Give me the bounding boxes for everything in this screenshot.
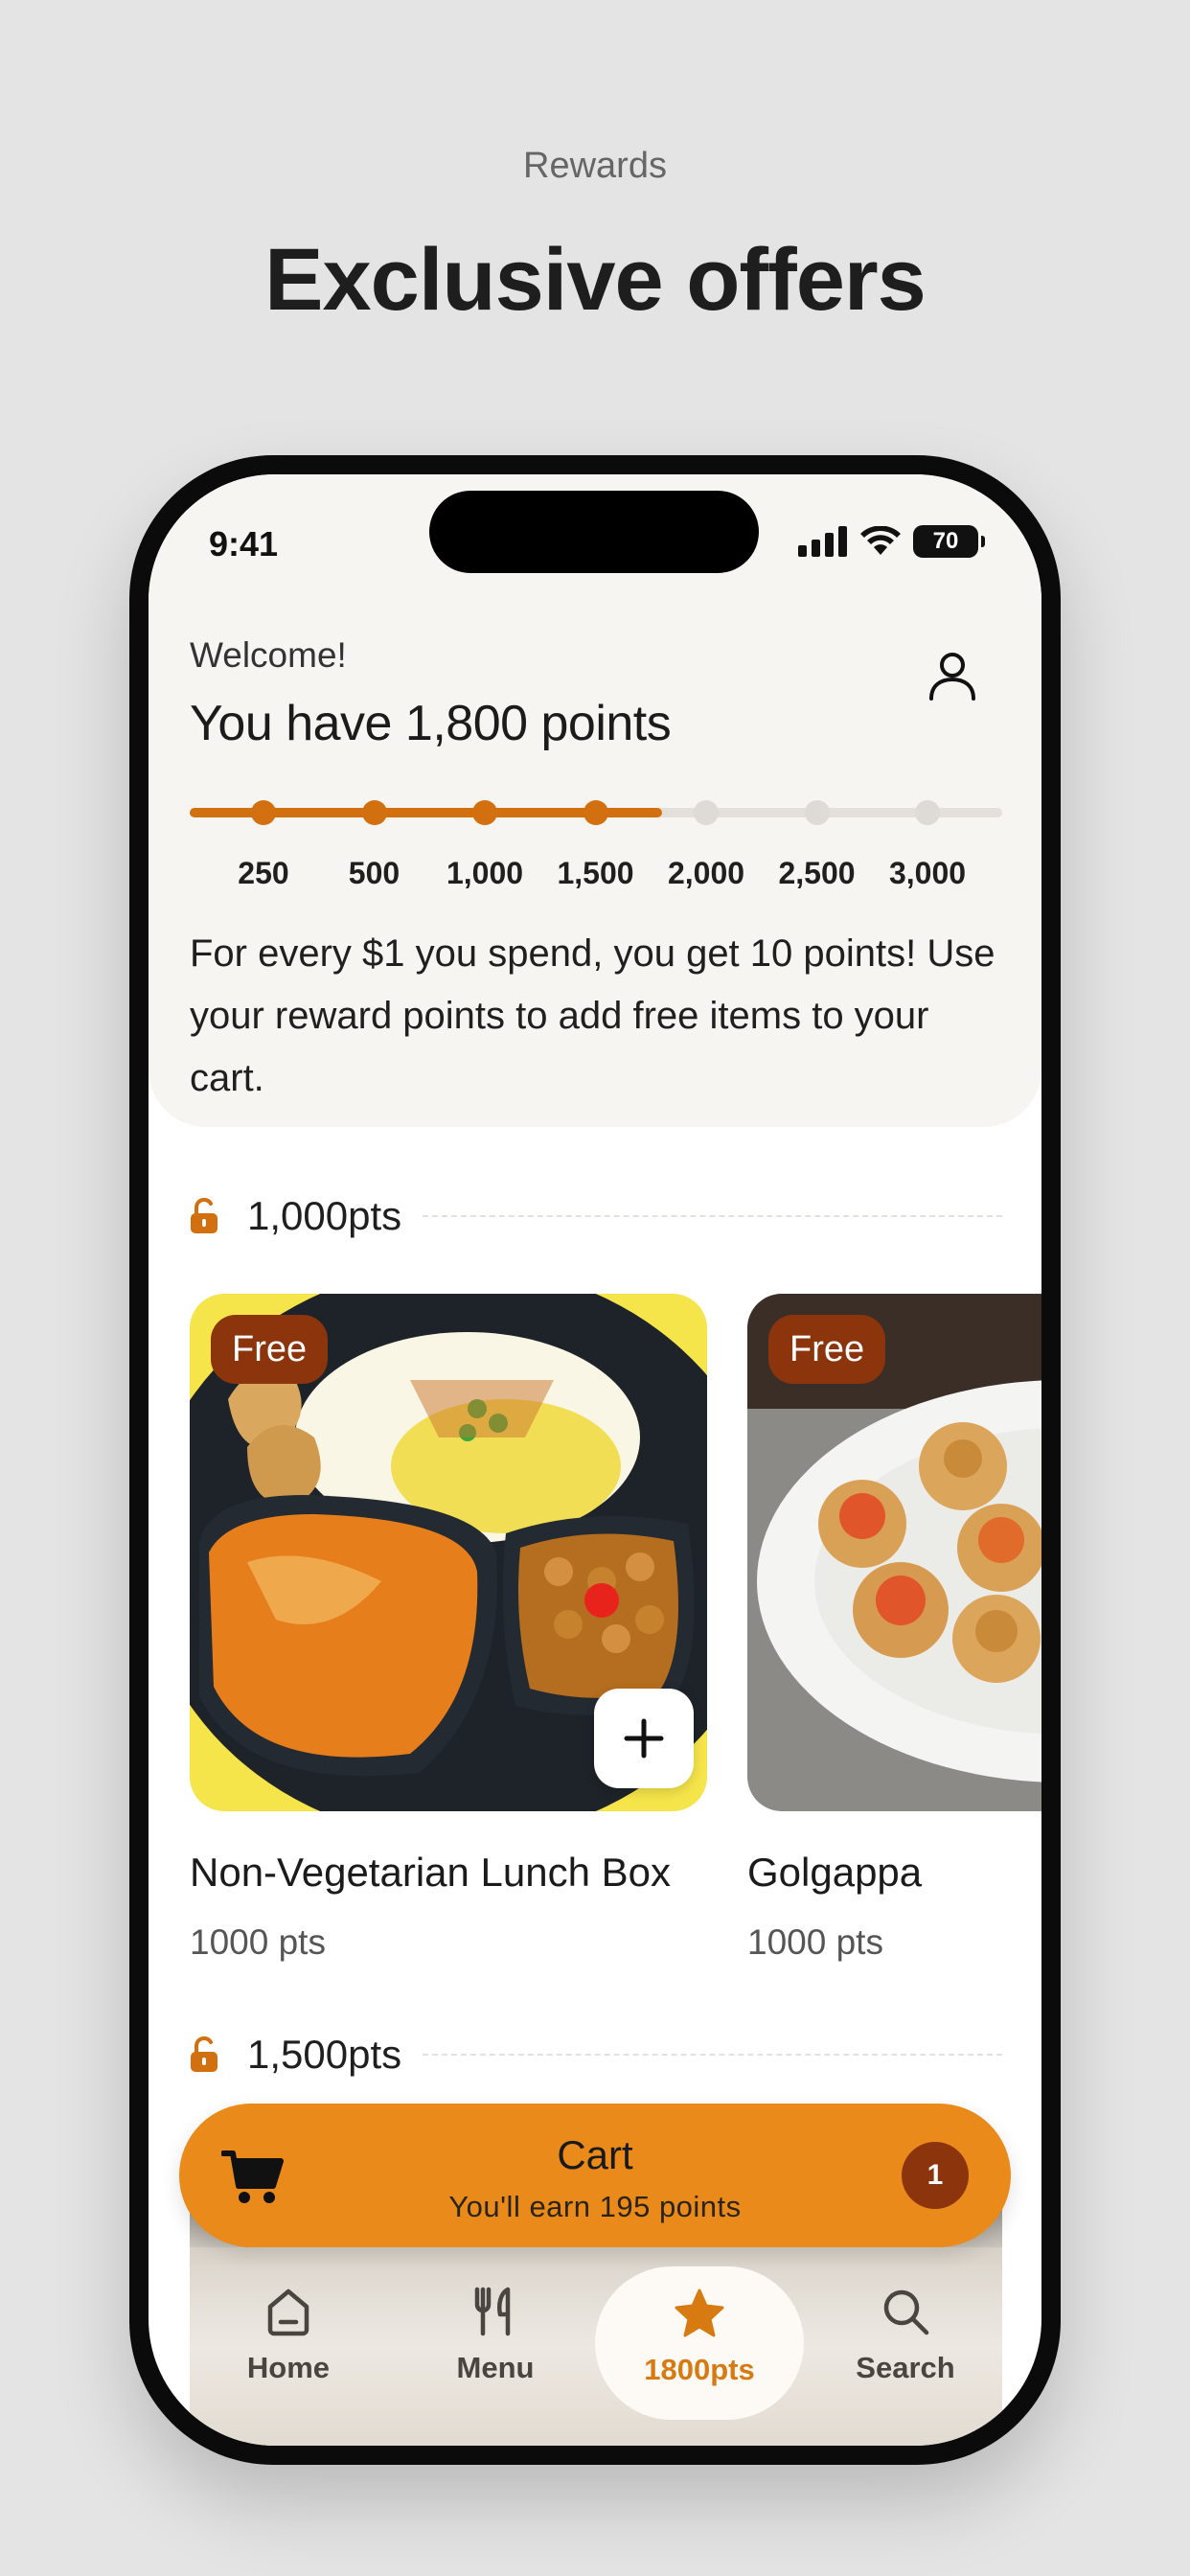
tab-rewards[interactable]: 1800pts	[595, 2266, 804, 2420]
profile-icon[interactable]	[926, 649, 979, 702]
points-info-text: For every $1 you spend, you get 10 point…	[190, 932, 995, 1099]
milestone-dot	[251, 800, 276, 825]
free-badge: Free	[768, 1315, 886, 1384]
milestone-dot	[472, 800, 497, 825]
cart-bar[interactable]: Cart You'll earn 195 points 1	[179, 2104, 1011, 2247]
section-label: 1,500pts	[247, 2032, 402, 2077]
utensils-icon	[474, 2287, 511, 2336]
item-name: Golgappa	[747, 1850, 923, 1895]
wifi-icon	[860, 526, 901, 555]
points-title: You have 1,800 points	[190, 696, 672, 751]
cart-earn-text: You'll earn 195 points	[448, 2190, 742, 2223]
status-time: 9:41	[209, 524, 279, 564]
milestone-dot	[804, 800, 830, 825]
welcome-text: Welcome!	[190, 635, 347, 675]
milestone-label: 250	[238, 856, 289, 890]
dynamic-island	[429, 491, 759, 573]
add-to-cart-button[interactable]	[594, 1689, 694, 1788]
unlocked-icon	[191, 1198, 217, 1233]
status-icons: 70	[798, 524, 985, 559]
unlocked-icon	[191, 2036, 217, 2072]
search-icon	[883, 2289, 929, 2335]
tab-label: Menu	[456, 2351, 535, 2384]
section-divider	[423, 2054, 1002, 2056]
cart-count-badge: 1	[902, 2142, 969, 2209]
milestone-label: 2,000	[667, 856, 745, 890]
section-header-1500: 1,500pts	[190, 2032, 1002, 2078]
tab-menu[interactable]: Menu	[400, 2286, 591, 2385]
golgappa-image[interactable]: Free	[747, 1294, 1041, 1811]
milestone-dot	[583, 800, 608, 825]
milestone-dot	[694, 800, 719, 825]
plus-icon	[624, 1718, 664, 1759]
milestone-label: 1,000	[446, 856, 524, 890]
milestone-label: 3,000	[888, 856, 967, 890]
lunch-box-image[interactable]: Free	[190, 1294, 707, 1811]
tab-label: 1800pts	[644, 2353, 755, 2386]
tab-home[interactable]: Home	[193, 2286, 384, 2385]
milestone-label: 2,500	[778, 856, 856, 890]
phone-frame: 9:41 70 Welcome! You have 1,800 points 2…	[129, 455, 1061, 2465]
points-progress-track	[190, 800, 1002, 825]
milestone-label: 500	[348, 856, 400, 890]
battery-icon: 70	[913, 525, 985, 558]
section-label: 1,000pts	[247, 1193, 402, 1238]
section-divider	[423, 1215, 1002, 1217]
item-points: 1000 pts	[747, 1922, 883, 1962]
page-headline: Exclusive offers	[264, 231, 927, 329]
tab-label: Search	[856, 2351, 955, 2384]
milestone-label: 1,500	[557, 856, 634, 890]
cellular-signal-icon	[798, 526, 847, 557]
reward-card[interactable]: Free Golgappa 1000 pts	[747, 1294, 1041, 1963]
milestone-dot	[361, 800, 387, 825]
star-icon	[675, 2288, 724, 2337]
free-badge: Free	[211, 1315, 329, 1384]
item-points: 1000 pts	[190, 1922, 326, 1962]
milestone-dot	[915, 800, 940, 825]
item-name: Non-Vegetarian Lunch Box	[190, 1850, 672, 1895]
home-icon	[267, 2288, 309, 2336]
phone-screen: 9:41 70 Welcome! You have 1,800 points 2…	[149, 474, 1041, 2446]
section-header-1000: 1,000pts	[190, 1193, 1002, 1239]
tab-label: Home	[246, 2351, 331, 2384]
tab-search[interactable]: Search	[810, 2286, 1001, 2385]
cart-title: Cart	[557, 2132, 633, 2177]
page-eyebrow: Rewards	[523, 146, 667, 186]
reward-card[interactable]: Free Non-Vegetarian Lunch Box 1000 pts	[190, 1294, 707, 1963]
